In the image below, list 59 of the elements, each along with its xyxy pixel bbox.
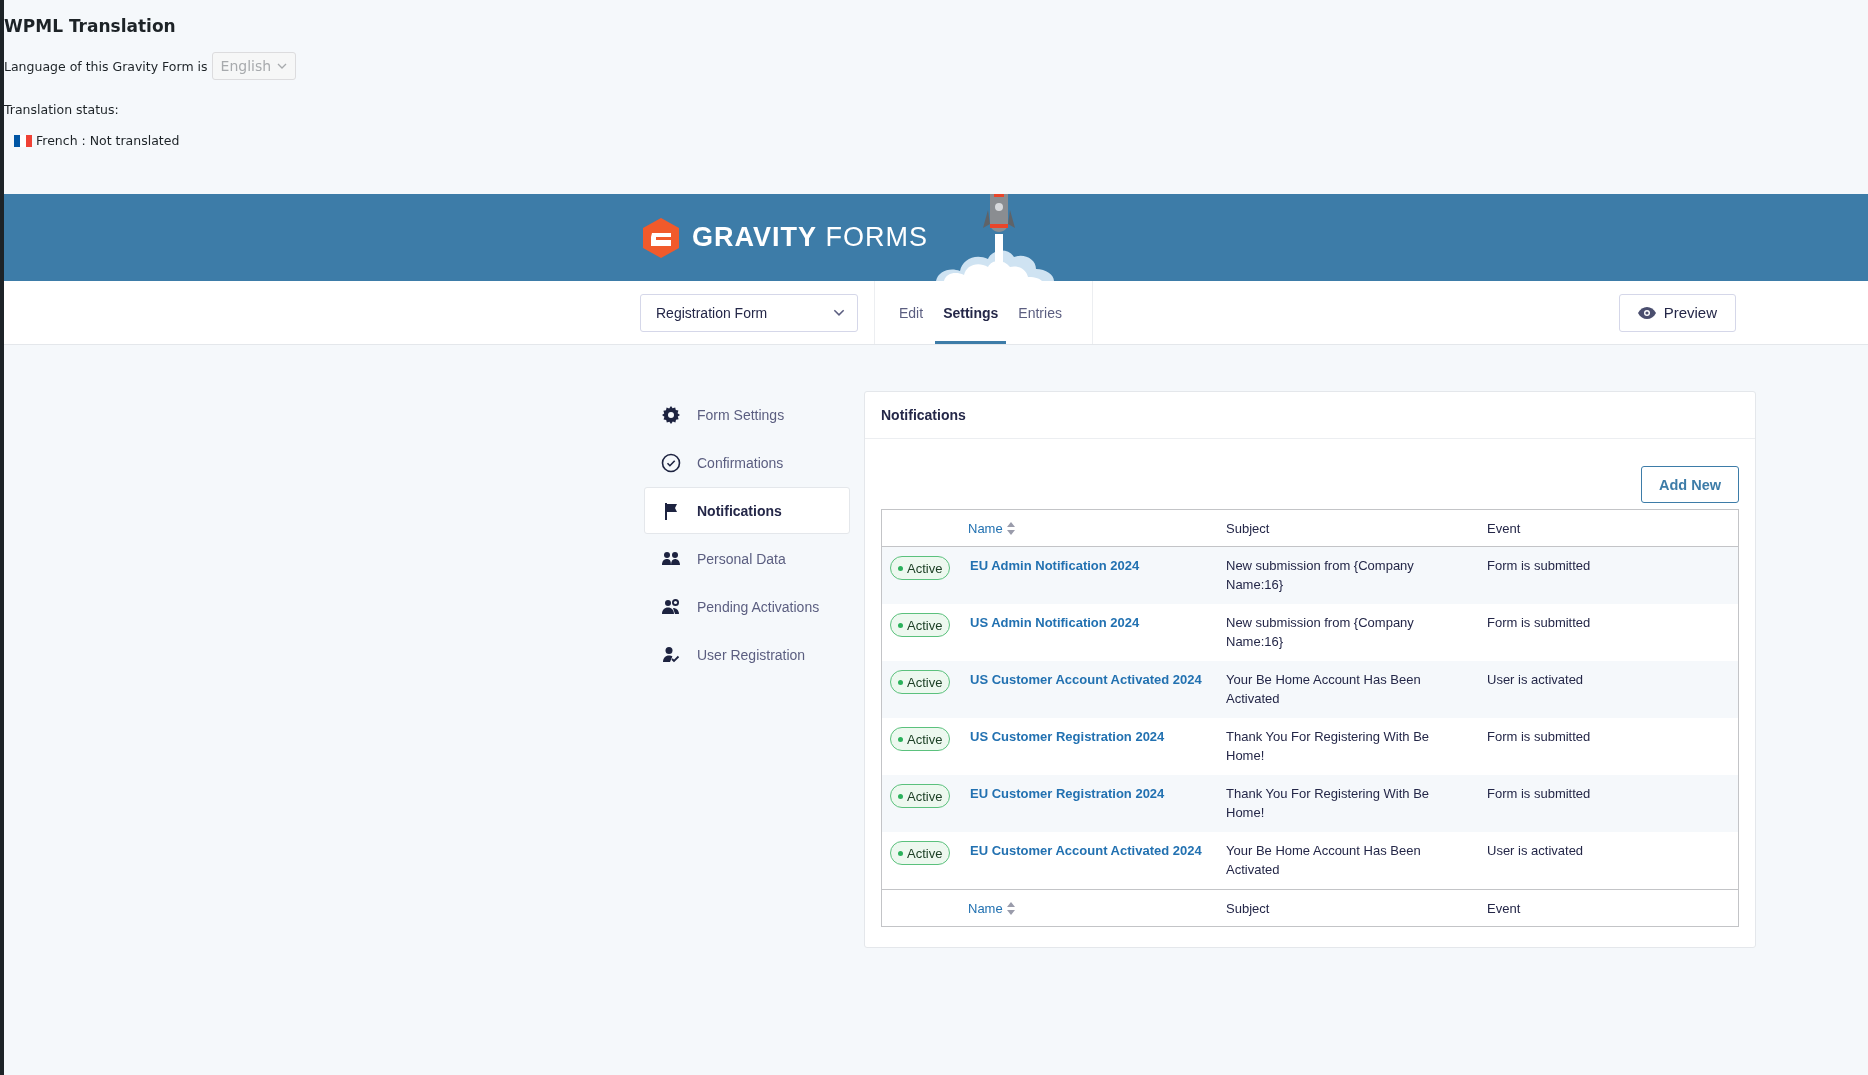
sort-icon[interactable]: [1006, 521, 1015, 535]
notification-link[interactable]: EU Customer Registration 2024: [968, 784, 1226, 803]
status-label: Translation status:: [4, 102, 120, 117]
status-badge: Active: [890, 670, 951, 694]
subject-cell-text: New submission from {Company Name:16}: [1226, 557, 1415, 594]
preview-button[interactable]: Preview: [1618, 293, 1736, 332]
tab[interactable]: Entries: [1010, 281, 1070, 344]
event-cell-text: User is activated: [1487, 671, 1585, 689]
column-header: Subject: [1226, 520, 1271, 536]
language-label: Language of this Gravity Form is: [4, 58, 208, 74]
caret-icon: [277, 63, 288, 69]
sidebar-item[interactable]: Notifications: [644, 487, 850, 534]
form-select[interactable]: Registration Form: [640, 293, 858, 332]
subject-cell-text: Thank You For Registering With Be Home!: [1226, 728, 1431, 765]
caret-icon: [833, 309, 845, 316]
event-cell-text: Form is submitted: [1487, 728, 1592, 746]
card-title: Notifications: [865, 392, 1755, 439]
notification-link[interactable]: EU Customer Account Activated 2024: [968, 841, 1226, 860]
subject-cell-text: Your Be Home Account Has Been Activated: [1226, 842, 1422, 879]
sidebar-item[interactable]: Personal Data: [644, 535, 850, 582]
notification-link[interactable]: US Admin Notification 2024: [968, 613, 1226, 632]
logo-text: GRAVITY FORMS: [692, 222, 929, 253]
settings-icon: [661, 404, 681, 425]
event-cell-text: User is activated: [1487, 842, 1585, 860]
status-badge: Active: [890, 613, 951, 637]
eye-icon: [1637, 306, 1656, 319]
sidebar-item[interactable]: Pending Activations: [644, 583, 850, 630]
column-header: Subject: [1226, 900, 1271, 916]
column-header: Event: [1487, 520, 1522, 536]
event-cell-text: Form is submitted: [1487, 557, 1592, 575]
subject-cell-text: Your Be Home Account Has Been Activated: [1226, 671, 1422, 708]
column-header[interactable]: Name: [968, 520, 1003, 536]
column-header[interactable]: Name: [968, 900, 1003, 916]
logo-icon: [640, 216, 682, 259]
notification-link[interactable]: US Customer Registration 2024: [968, 727, 1226, 746]
flag-icon: [14, 134, 32, 147]
event-cell-text: Form is submitted: [1487, 614, 1592, 632]
translation-status: French : Not translated: [36, 133, 180, 148]
status-badge: Active: [890, 727, 951, 751]
sidebar-item[interactable]: Confirmations: [644, 439, 850, 486]
sidebar-item[interactable]: User Registration: [644, 631, 850, 678]
status-badge: Active: [890, 556, 951, 580]
status-badge: Active: [890, 841, 951, 865]
status-badge: Active: [890, 784, 951, 808]
sort-icon[interactable]: [1006, 901, 1015, 915]
tab[interactable]: Settings: [935, 281, 1007, 344]
subject-cell-text: New submission from {Company Name:16}: [1226, 614, 1415, 651]
sidebar-item[interactable]: Form Settings: [644, 391, 850, 438]
notification-link[interactable]: US Customer Account Activated 2024: [968, 670, 1226, 689]
tab[interactable]: Edit: [891, 281, 932, 344]
section-title: WPML Translation: [4, 16, 177, 36]
check-circle-icon: [661, 452, 681, 473]
add-new-button[interactable]: Add New: [1640, 466, 1739, 503]
event-cell-text: Form is submitted: [1487, 785, 1592, 803]
user-check-icon: [661, 644, 681, 665]
column-header: Event: [1487, 900, 1522, 916]
subject-cell-text: Thank You For Registering With Be Home!: [1226, 785, 1431, 822]
notification-link[interactable]: EU Admin Notification 2024: [968, 556, 1226, 575]
people-clock-icon: [661, 596, 681, 617]
